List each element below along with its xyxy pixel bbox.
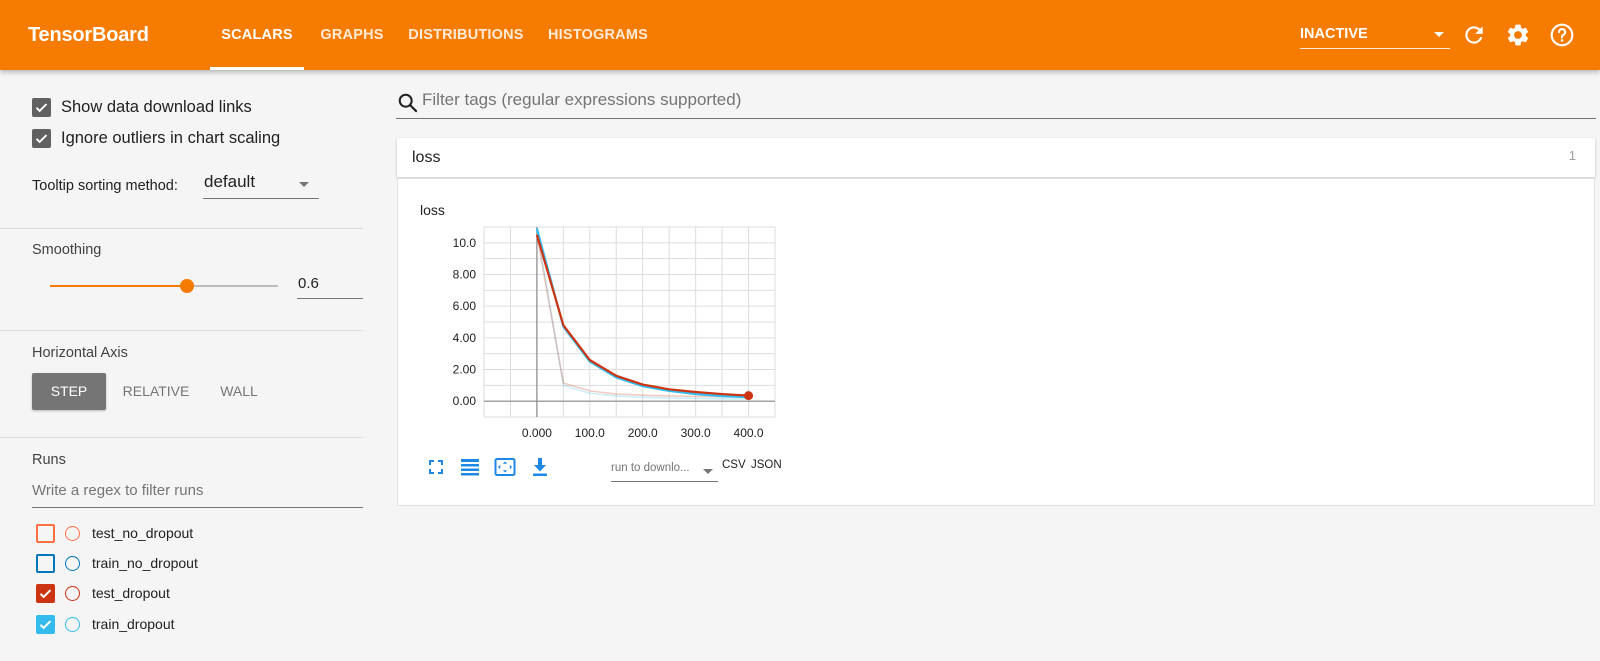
- run-color-radio[interactable]: [65, 585, 80, 601]
- run-name: train_no_dropout: [92, 555, 198, 571]
- loss-chart[interactable]: 0.00 2.00 4.00 6.00 8.00 10.0 0.000 100.0 200.0 3…: [398, 179, 818, 449]
- y-tick-label: 6.00: [453, 299, 477, 313]
- y-tick-label: 10.0: [453, 236, 477, 250]
- status-dropdown-value: INACTIVE: [1300, 26, 1368, 42]
- tag-filter-underline: [396, 118, 1596, 119]
- axis-relative-button[interactable]: RELATIVE: [115, 373, 197, 410]
- smoothing-title: Smoothing: [32, 242, 102, 258]
- axis-wall-button[interactable]: WALL: [208, 373, 270, 410]
- axis-step-button[interactable]: STEP: [32, 373, 106, 410]
- tag-filter-input[interactable]: Filter tags (regular expressions support…: [422, 90, 1595, 118]
- sidebar-divider: [0, 228, 363, 229]
- fit-domain-icon[interactable]: [493, 455, 517, 479]
- run-name: test_dropout: [92, 585, 170, 601]
- y-tick-label: 2.00: [453, 363, 477, 377]
- run-item: train_dropout: [36, 613, 175, 635]
- run-checkbox[interactable]: [36, 614, 55, 634]
- series-end-point: [744, 391, 754, 401]
- app-title: TensorBoard: [28, 24, 149, 46]
- active-tab-indicator: [210, 67, 304, 70]
- checkbox-checked-icon: [32, 97, 51, 117]
- download-json-link[interactable]: JSON: [751, 459, 782, 471]
- sidebar: Show data download links Ignore outliers…: [0, 70, 363, 661]
- checkmark-icon: [39, 588, 52, 598]
- slider-track-fill: [50, 285, 187, 287]
- chevron-down-icon: [299, 182, 309, 187]
- run-color-radio[interactable]: [65, 616, 80, 632]
- show-download-links-label: Show data download links: [61, 97, 252, 116]
- chart-card: loss 0.00 2.00 4.00 6.00 8.00 10.0 0.000 100.0 2…: [397, 178, 1595, 506]
- run-download-dropdown[interactable]: run to downlo...: [611, 462, 718, 482]
- run-item: test_dropout: [36, 582, 170, 604]
- x-tick-label: 0.000: [522, 426, 552, 440]
- fullscreen-icon[interactable]: [424, 455, 448, 479]
- reload-icon[interactable]: [1461, 22, 1487, 48]
- x-tick-label: 400.0: [734, 426, 764, 440]
- settings-icon[interactable]: [1505, 22, 1531, 48]
- x-tick-label: 300.0: [681, 426, 711, 440]
- tab-distributions[interactable]: DISTRIBUTIONS: [404, 0, 528, 70]
- download-icon[interactable]: [528, 455, 552, 479]
- run-item: test_no_dropout: [36, 522, 193, 544]
- run-download-value: run to downlo...: [611, 462, 690, 474]
- checkmark-icon: [39, 619, 52, 629]
- tooltip-sorting-value: default: [204, 172, 256, 191]
- category-header-loss[interactable]: loss 1: [397, 138, 1595, 177]
- run-name: train_dropout: [92, 616, 175, 632]
- sidebar-divider: [0, 437, 363, 438]
- log-scale-icon[interactable]: [458, 455, 482, 479]
- chevron-down-icon: [703, 469, 713, 474]
- run-color-radio[interactable]: [65, 555, 80, 571]
- checkbox-checked-icon: [32, 128, 51, 148]
- y-tick-label: 4.00: [453, 331, 477, 345]
- tooltip-sorting-label: Tooltip sorting method:: [32, 178, 178, 194]
- tab-graphs[interactable]: GRAPHS: [314, 0, 390, 70]
- status-dropdown[interactable]: INACTIVE: [1300, 22, 1450, 49]
- x-tick-label: 200.0: [628, 426, 658, 440]
- run-checkbox[interactable]: [36, 523, 55, 543]
- download-csv-link[interactable]: CSV: [722, 459, 746, 471]
- y-tick-label: 8.00: [453, 268, 477, 282]
- run-checkbox[interactable]: [36, 583, 55, 603]
- slider-knob[interactable]: [179, 279, 194, 293]
- x-tick-label: 100.0: [575, 426, 605, 440]
- smoothing-value-input[interactable]: 0.6: [297, 275, 363, 299]
- sidebar-divider: [0, 330, 363, 331]
- show-download-links-checkbox[interactable]: Show data download links: [32, 96, 252, 118]
- run-name: test_no_dropout: [92, 525, 194, 541]
- search-icon: [397, 92, 419, 114]
- run-filter-input[interactable]: Write a regex to filter runs: [32, 482, 363, 508]
- run-checkbox[interactable]: [36, 553, 55, 573]
- runs-title: Runs: [32, 452, 66, 468]
- top-toolbar: TensorBoard SCALARS GRAPHS DISTRIBUTIONS…: [0, 0, 1600, 70]
- ignore-outliers-label: Ignore outliers in chart scaling: [61, 128, 281, 147]
- category-title: loss: [412, 149, 441, 166]
- help-icon[interactable]: [1549, 22, 1575, 48]
- y-tick-label: 0.00: [453, 394, 477, 408]
- smoothing-slider[interactable]: [50, 278, 278, 294]
- tooltip-sorting-dropdown[interactable]: default: [203, 172, 319, 199]
- tab-histograms[interactable]: HISTOGRAMS: [543, 0, 653, 70]
- ignore-outliers-checkbox[interactable]: Ignore outliers in chart scaling: [32, 127, 280, 149]
- chevron-down-icon: [1434, 32, 1444, 37]
- tab-scalars[interactable]: SCALARS: [210, 0, 304, 70]
- run-item: train_no_dropout: [36, 552, 198, 574]
- category-count: 1: [1568, 148, 1576, 163]
- run-color-radio[interactable]: [65, 525, 80, 541]
- horizontal-axis-title: Horizontal Axis: [32, 345, 128, 361]
